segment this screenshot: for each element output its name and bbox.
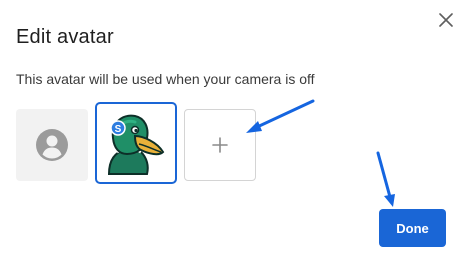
plus-icon — [212, 137, 228, 153]
avatar-option-duck[interactable]: S — [95, 102, 177, 184]
avatar-option-default[interactable] — [16, 109, 88, 181]
duck-avatar-icon: S — [107, 114, 165, 175]
edit-avatar-dialog: Edit avatar This avatar will be used whe… — [0, 0, 467, 265]
add-avatar-button[interactable] — [184, 109, 256, 181]
arrow-to-add-avatar — [246, 99, 315, 133]
close-button[interactable] — [432, 6, 460, 34]
close-icon — [439, 13, 453, 27]
svg-text:S: S — [115, 124, 122, 135]
arrow-to-done-button — [376, 151, 395, 207]
dialog-title: Edit avatar — [16, 26, 114, 48]
done-button[interactable]: Done — [379, 209, 446, 247]
person-icon — [36, 129, 68, 161]
dialog-description: This avatar will be used when your camer… — [16, 71, 315, 87]
